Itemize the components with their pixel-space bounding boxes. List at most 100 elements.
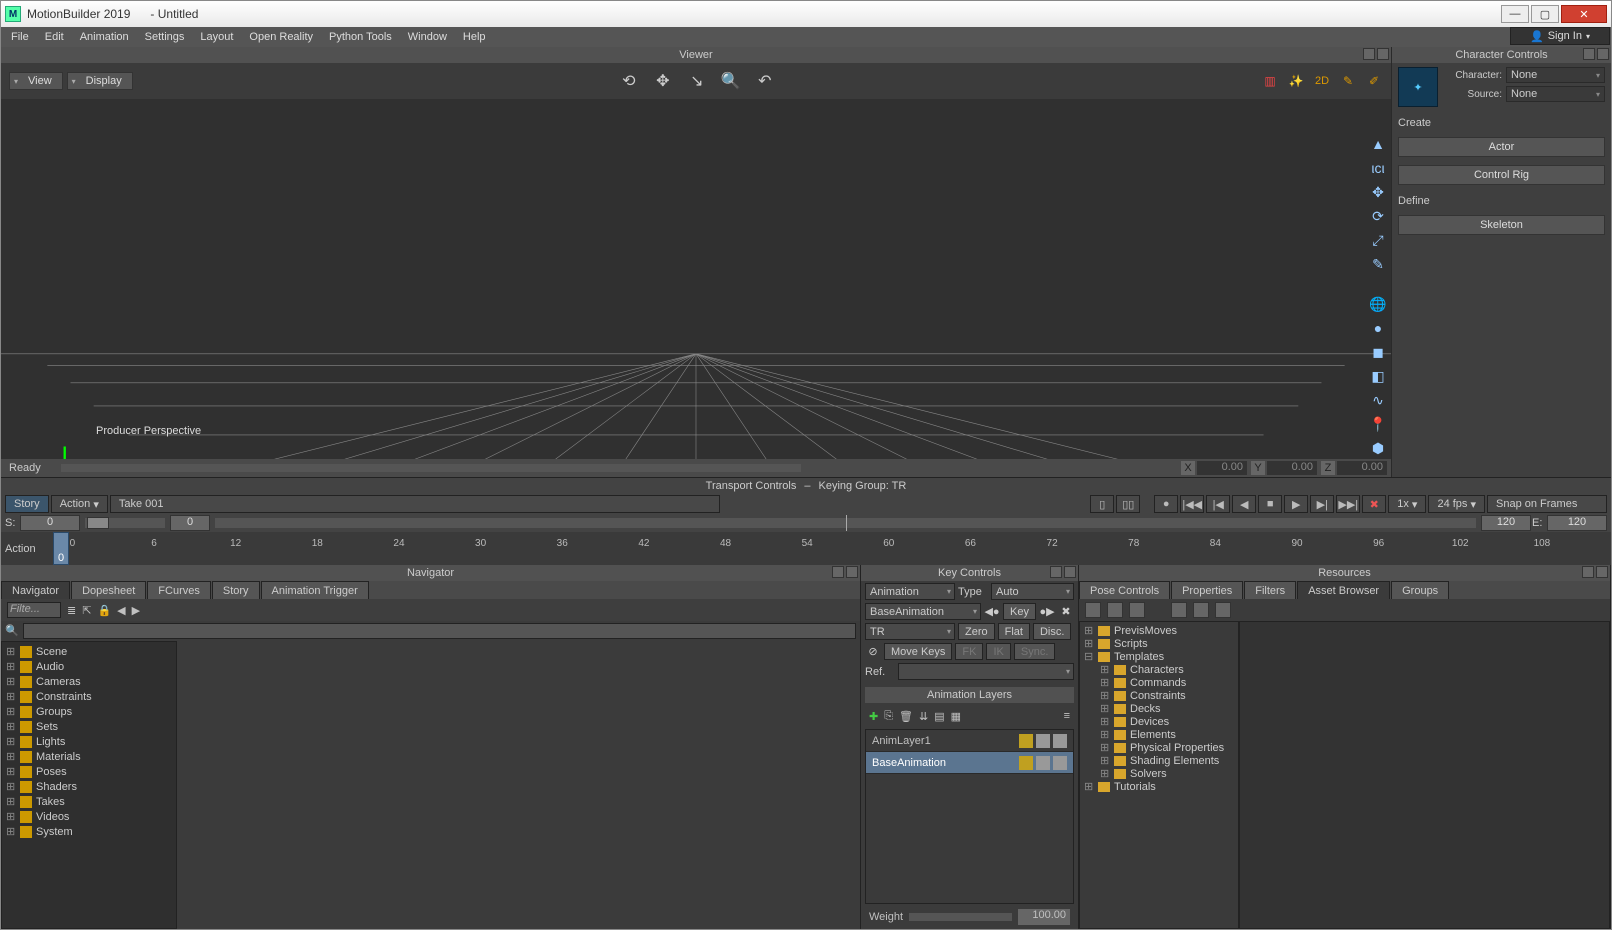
layer-stack-icon[interactable]: ▤	[934, 710, 944, 723]
select-tool-icon[interactable]: ▲	[1369, 135, 1387, 153]
search-input[interactable]	[23, 623, 856, 639]
asset-tree[interactable]: ⊞PrevisMoves⊞Scripts⊟Templates⊞Character…	[1079, 621, 1239, 929]
actor-button[interactable]: Actor	[1398, 137, 1605, 157]
range-start-input[interactable]: 0	[20, 515, 80, 531]
play-button[interactable]: ▶	[1284, 495, 1308, 513]
manipulator-icon[interactable]: ✎	[1369, 255, 1387, 273]
filter-input[interactable]: Filte...	[7, 602, 61, 618]
range-main-slider[interactable]	[215, 518, 1476, 528]
range-start-slider[interactable]	[85, 518, 165, 528]
list-icon[interactable]: ≣	[67, 604, 76, 617]
ref-dropdown[interactable]	[898, 663, 1074, 680]
take-dropdown[interactable]: Take 001	[110, 495, 720, 513]
rotate-tool-icon[interactable]: ⟳	[1369, 207, 1387, 225]
panel-close-icon[interactable]	[1064, 566, 1076, 578]
menu-animation[interactable]: Animation	[80, 31, 129, 43]
view-list-icon[interactable]	[1171, 602, 1187, 618]
zoom-icon[interactable]: 🔍	[720, 70, 742, 92]
sync-button[interactable]: Sync.	[1014, 643, 1056, 660]
asset-node-tutorials[interactable]: ⊞Tutorials	[1080, 780, 1238, 793]
action-dropdown[interactable]: Action ▾	[51, 495, 108, 513]
control-rig-button[interactable]: Control Rig	[1398, 165, 1605, 185]
scale-tool-icon[interactable]: ⤢	[1369, 231, 1387, 249]
select-arrow-icon[interactable]: ⇱	[82, 604, 91, 617]
skeleton-button[interactable]: Skeleton	[1398, 215, 1605, 235]
view-full-icon[interactable]	[1129, 602, 1145, 618]
panel-pop-icon[interactable]	[1583, 48, 1595, 60]
animation-dropdown[interactable]: Animation	[865, 583, 955, 600]
asset-node-solvers[interactable]: ⊞Solvers	[1080, 767, 1238, 780]
layer-dropdown[interactable]: BaseAnimation	[865, 603, 981, 620]
dolly-icon[interactable]: ↘	[686, 70, 708, 92]
menu-window[interactable]: Window	[408, 31, 447, 43]
prev-key-icon[interactable]: ◀●	[984, 604, 1000, 620]
poly-tool-icon[interactable]: ⬢	[1369, 439, 1387, 457]
goto-end-button[interactable]: ▶▶|	[1336, 495, 1360, 513]
view-details-icon[interactable]	[1215, 602, 1231, 618]
next-key-icon[interactable]: ●▶	[1039, 604, 1055, 620]
coord-y-value[interactable]: 0.00	[1267, 461, 1317, 475]
nav-tab-fcurves[interactable]: FCurves	[147, 581, 211, 599]
asset-node-characters[interactable]: ⊞Characters	[1080, 663, 1238, 676]
timeline-cursor[interactable]: 0	[53, 532, 69, 565]
res-tab-groups[interactable]: Groups	[1391, 581, 1449, 599]
cube-tool-icon[interactable]: ◼	[1369, 343, 1387, 361]
story-tab[interactable]: Story	[5, 495, 49, 513]
tree-node-constraints[interactable]: ⊞Constraints	[2, 689, 176, 704]
menu-edit[interactable]: Edit	[45, 31, 64, 43]
delete-key-icon[interactable]: ✖	[1362, 495, 1386, 513]
tree-node-videos[interactable]: ⊞Videos	[2, 809, 176, 824]
prev-icon[interactable]: ◀	[117, 604, 125, 617]
delete-key-icon[interactable]: ✖	[1058, 604, 1074, 620]
fps-dropdown[interactable]: 24 fps ▾	[1428, 495, 1485, 513]
prev-key-button[interactable]: |◀	[1206, 495, 1230, 513]
curve-tool-icon[interactable]: ∿	[1369, 391, 1387, 409]
tree-node-scene[interactable]: ⊞Scene	[2, 644, 176, 659]
paint-icon[interactable]: ✐	[1365, 72, 1383, 90]
asset-node-physical-properties[interactable]: ⊞Physical Properties	[1080, 741, 1238, 754]
delete-layer-icon[interactable]: 🗑	[899, 710, 913, 723]
ruler-icon[interactable]: ▥	[1261, 72, 1279, 90]
sphere-tool-icon[interactable]: ●	[1369, 319, 1387, 337]
character-dropdown[interactable]: None	[1506, 67, 1605, 83]
tree-node-audio[interactable]: ⊞Audio	[2, 659, 176, 674]
menu-file[interactable]: File	[11, 31, 29, 43]
anim-layers-list[interactable]: AnimLayer1BaseAnimation	[865, 729, 1074, 904]
link-icon[interactable]: ⊘	[865, 644, 881, 660]
pan-icon[interactable]: ✥	[652, 70, 674, 92]
close-button[interactable]: ✕	[1561, 5, 1607, 23]
nav-tab-dopesheet[interactable]: Dopesheet	[71, 581, 146, 599]
res-tab-properties[interactable]: Properties	[1171, 581, 1243, 599]
signin-button[interactable]: 👤 Sign In ▾	[1510, 27, 1610, 45]
menu-settings[interactable]: Settings	[145, 31, 185, 43]
menu-help[interactable]: Help	[463, 31, 486, 43]
anim-layer-animlayer1[interactable]: AnimLayer1	[866, 730, 1073, 752]
undo-view-icon[interactable]: ↶	[754, 70, 776, 92]
key-button[interactable]: Key	[1003, 603, 1036, 620]
nav-tab-story[interactable]: Story	[212, 581, 260, 599]
minimize-button[interactable]: —	[1501, 5, 1529, 23]
layer-stack2-icon[interactable]: ▦	[951, 710, 961, 723]
tree-node-poses[interactable]: ⊞Poses	[2, 764, 176, 779]
range-limit-input[interactable]: 120	[1481, 515, 1531, 531]
duplicate-layer-icon[interactable]: ⎘	[884, 710, 893, 723]
display-dropdown[interactable]: Display	[67, 72, 133, 90]
tree-node-shaders[interactable]: ⊞Shaders	[2, 779, 176, 794]
viewport[interactable]: Producer Perspective ▲ ιcι ✥ ⟳ ⤢ ✎ 🌐 ● ◼…	[1, 99, 1391, 459]
range-end-input[interactable]: 120	[1547, 515, 1607, 531]
panel-close-icon[interactable]	[1377, 48, 1389, 60]
panel-pop-icon[interactable]	[1582, 566, 1594, 578]
globe-tool-icon[interactable]: 🌐	[1369, 295, 1387, 313]
fk-button[interactable]: FK	[955, 643, 983, 660]
add-layer-icon[interactable]: ✚	[869, 710, 878, 723]
flat-button[interactable]: Flat	[998, 623, 1030, 640]
next-icon[interactable]: ▶	[132, 604, 140, 617]
tree-node-sets[interactable]: ⊞Sets	[2, 719, 176, 734]
tree-node-takes[interactable]: ⊞Takes	[2, 794, 176, 809]
range-current-input[interactable]: 0	[170, 515, 210, 531]
next-key-button[interactable]: ▶|	[1310, 495, 1334, 513]
panel-pop-icon[interactable]	[832, 566, 844, 578]
tree-node-system[interactable]: ⊞System	[2, 824, 176, 839]
tr-dropdown[interactable]: TR	[865, 623, 955, 640]
weight-slider[interactable]	[909, 913, 1012, 921]
